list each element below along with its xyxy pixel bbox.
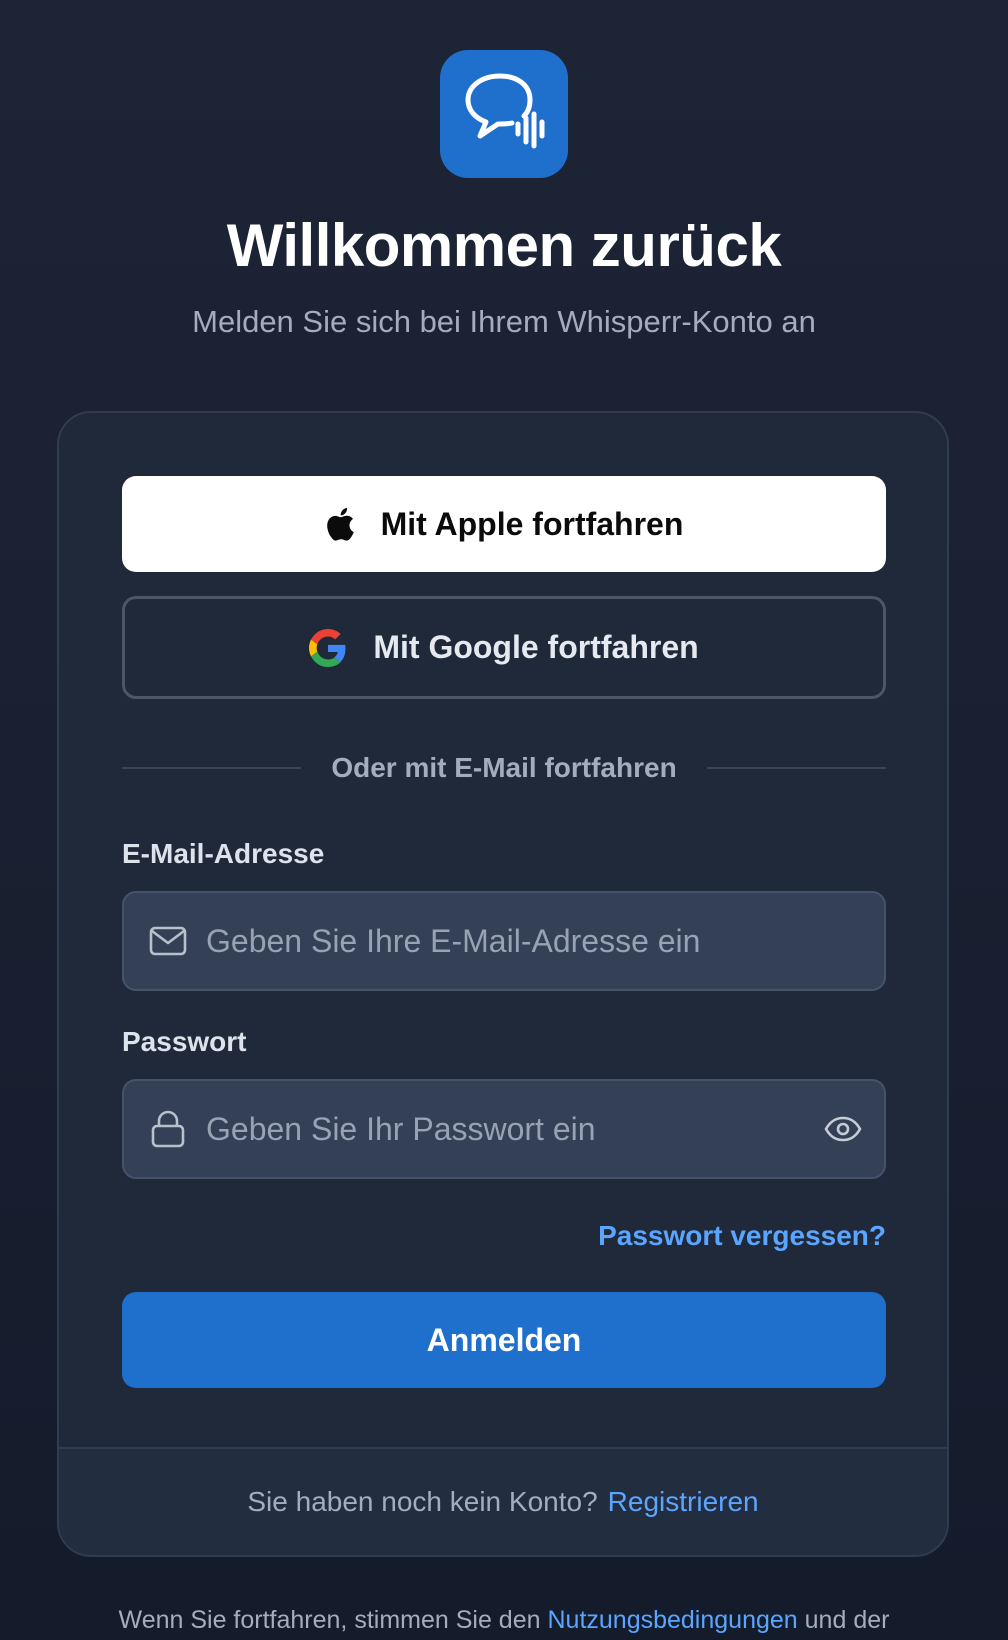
apple-icon: [325, 507, 355, 541]
email-divider: Oder mit E-Mail fortfahren: [122, 748, 886, 788]
google-icon: [309, 628, 347, 667]
lock-icon: [148, 1110, 188, 1148]
forgot-password-link[interactable]: Passwort vergessen?: [598, 1220, 886, 1252]
password-input[interactable]: [206, 1110, 824, 1148]
chat-bubble-soundwave-icon: [465, 73, 545, 149]
password-label: Passwort: [122, 1026, 247, 1057]
apple-signin-label: Mit Apple fortfahren: [380, 505, 684, 542]
login-submit-label: Anmelden: [426, 1321, 582, 1358]
signup-prompt: Sie haben noch kein Konto?: [247, 1486, 598, 1517]
apple-signin-button[interactable]: Mit Apple fortfahren: [122, 476, 886, 572]
login-submit-button[interactable]: Anmelden: [122, 1292, 886, 1388]
signup-footer: Sie haben noch kein Konto? Registrieren: [59, 1447, 947, 1555]
page-title: Willkommen zurück: [226, 212, 782, 279]
legal-notice: Wenn Sie fortfahren, stimmen Sie den Nut…: [0, 1606, 1008, 1635]
divider-line-right: [706, 767, 886, 769]
terms-link[interactable]: Nutzungsbedingungen: [547, 1606, 797, 1634]
divider-line-left: [122, 767, 302, 769]
password-field[interactable]: [122, 1079, 886, 1179]
mail-icon: [148, 926, 188, 956]
email-input[interactable]: [206, 922, 884, 960]
email-field[interactable]: [122, 891, 886, 991]
google-signin-button[interactable]: Mit Google fortfahren: [122, 596, 886, 699]
legal-suffix: und der: [804, 1606, 890, 1634]
app-logo: [440, 50, 568, 178]
register-link[interactable]: Registrieren: [608, 1486, 759, 1518]
google-signin-label: Mit Google fortfahren: [373, 629, 699, 665]
divider-text: Oder mit E-Mail fortfahren: [331, 752, 677, 783]
legal-prefix: Wenn Sie fortfahren, stimmen Sie den: [118, 1606, 541, 1634]
email-label: E-Mail-Adresse: [122, 838, 325, 869]
show-password-eye-icon[interactable]: [824, 1116, 862, 1142]
page-subtitle: Melden Sie sich bei Ihrem Whisperr-Konto…: [192, 304, 816, 339]
